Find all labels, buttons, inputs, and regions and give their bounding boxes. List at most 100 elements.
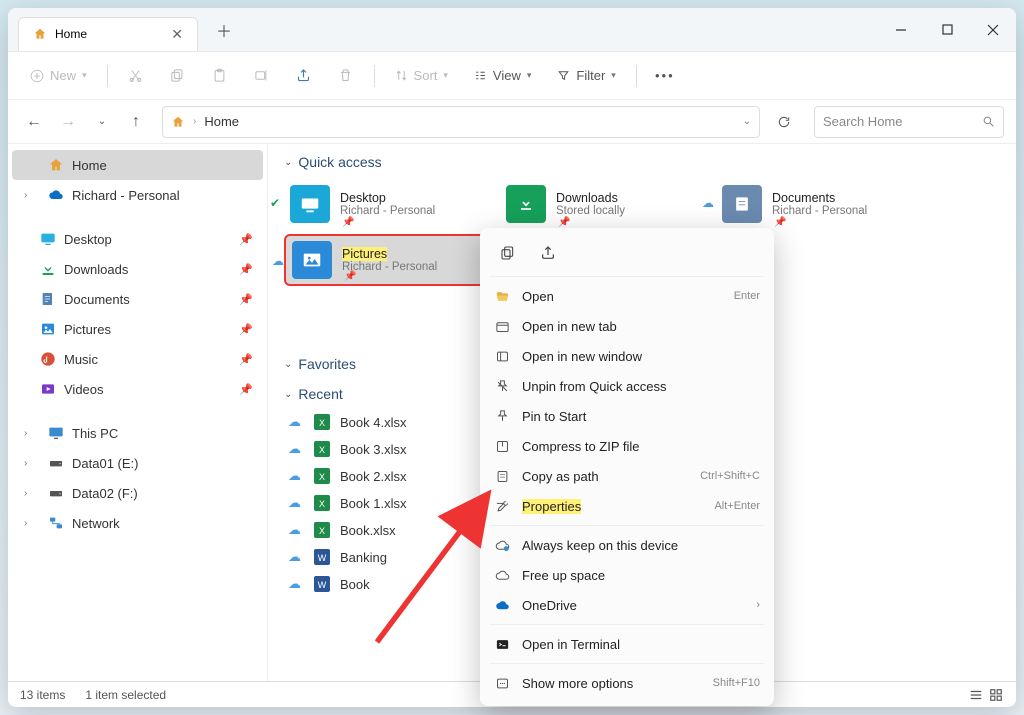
close-button[interactable] [970,8,1016,52]
chevron-right-icon[interactable]: › [24,458,27,469]
chevron-down-icon[interactable]: ⌄ [743,116,751,127]
window-controls [878,8,1016,52]
cloud-icon: ☁ [288,441,304,457]
section-header-quick-access[interactable]: ⌄ Quick access [284,154,1000,170]
view-button[interactable]: View▾ [464,60,541,92]
sidebar-item-desktop[interactable]: Desktop 📌 [12,224,263,254]
ctx-properties[interactable]: PropertiesAlt+Enter [480,491,774,521]
sidebar-item-downloads[interactable]: Downloads 📌 [12,254,263,284]
tab-close-icon[interactable]: ✕ [171,26,183,43]
filter-button[interactable]: Filter▾ [547,60,625,92]
ctx-terminal[interactable]: Open in Terminal [480,629,774,659]
status-selected-count: 1 item selected [85,688,166,702]
sidebar-item-pictures[interactable]: Pictures 📌 [12,314,263,344]
rename-button[interactable] [244,60,280,92]
delete-button[interactable] [328,60,364,92]
share-icon [296,68,311,83]
pin-icon: 📌 [344,271,356,282]
sidebar-item-personal[interactable]: › Richard - Personal [12,180,263,210]
svg-text:X: X [319,445,325,455]
search-input[interactable]: Search Home [814,106,1004,138]
cloud-icon: ☁ [702,196,714,210]
documents-icon [40,291,56,307]
svg-text:X: X [319,499,325,509]
sidebar-item-videos[interactable]: Videos 📌 [12,374,263,404]
paste-button[interactable] [202,60,238,92]
chevron-right-icon[interactable]: › [24,488,27,499]
sidebar-item-music[interactable]: Music 📌 [12,344,263,374]
excel-icon: X [314,468,330,484]
recent-locations-button[interactable]: ⌄ [88,108,116,136]
sync-icon: ✔ [270,196,280,210]
tab-icon [494,318,510,334]
minimize-button[interactable] [878,8,924,52]
quick-access-pictures[interactable]: ☁ Pictures Richard - Personal 📌 [284,234,490,286]
rename-icon [254,68,269,83]
ctx-share-button[interactable] [534,240,562,266]
cloud-icon: ☁ [288,522,304,538]
new-button[interactable]: New ▾ [20,60,97,92]
ctx-open-window[interactable]: Open in new window [480,341,774,371]
svg-text:X: X [319,418,325,428]
excel-icon: X [314,414,330,430]
ctx-free-up[interactable]: Free up space [480,560,774,590]
tiles-view-button[interactable] [988,688,1004,702]
word-icon: W [314,549,330,565]
cut-button[interactable] [118,60,154,92]
copy-button[interactable] [160,60,196,92]
ctx-unpin[interactable]: Unpin from Quick access [480,371,774,401]
share-button[interactable] [286,60,322,92]
back-button[interactable]: ← [20,108,48,136]
context-menu: OpenEnter Open in new tab Open in new wi… [480,228,774,706]
quick-access-desktop[interactable]: ✔ Desktop Richard - Personal 📌 [284,178,490,230]
forward-button[interactable]: → [54,108,82,136]
maximize-button[interactable] [924,8,970,52]
ctx-open[interactable]: OpenEnter [480,281,774,311]
ctx-pin-start[interactable]: Pin to Start [480,401,774,431]
details-view-button[interactable] [968,688,984,702]
svg-text:W: W [318,580,327,590]
new-tab-button[interactable]: ＋ [210,16,238,44]
refresh-button[interactable] [770,108,798,136]
ctx-show-more[interactable]: Show more optionsShift+F10 [480,668,774,698]
search-placeholder: Search Home [823,114,902,129]
up-button[interactable]: ↑ [122,108,150,136]
unpin-icon [494,378,510,394]
copy-icon [170,68,185,83]
ctx-onedrive[interactable]: OneDrive› [480,590,774,620]
chevron-right-icon: › [756,599,760,611]
address-bar[interactable]: › Home ⌄ [162,106,760,138]
sort-button[interactable]: Sort▾ [385,60,458,92]
cloud-icon: ☁ [288,549,304,565]
sidebar-item-network[interactable]: › Network [12,508,263,538]
sidebar-item-drive2[interactable]: › Data02 (F:) [12,478,263,508]
ctx-copy-path[interactable]: Copy as pathCtrl+Shift+C [480,461,774,491]
sidebar-item-drive1[interactable]: › Data01 (E:) [12,448,263,478]
view-icon [474,69,487,82]
pictures-icon [40,321,56,337]
ctx-open-tab[interactable]: Open in new tab [480,311,774,341]
quick-access-documents[interactable]: ☁ Documents Richard - Personal 📌 [716,178,922,230]
sidebar-item-home[interactable]: Home [12,150,263,180]
word-icon: W [314,576,330,592]
tab-home[interactable]: Home ✕ [18,17,198,51]
more-button[interactable]: ••• [647,60,683,92]
pin-icon: 📌 [239,353,253,366]
desktop-icon [40,231,56,247]
chevron-right-icon[interactable]: › [24,428,27,439]
quick-access-downloads[interactable]: Downloads Stored locally 📌 [500,178,706,230]
toolbar: New ▾ Sort▾ View▾ Filter▾ ••• [8,52,1016,100]
chevron-right-icon[interactable]: › [24,190,27,201]
ctx-always-keep[interactable]: Always keep on this device [480,530,774,560]
filter-icon [557,69,570,82]
chevron-right-icon: › [193,116,196,127]
cloud-icon: ☁ [288,576,304,592]
drive-icon [48,485,64,501]
chevron-right-icon[interactable]: › [24,518,27,529]
pin-icon: 📌 [774,217,786,228]
ctx-copy-button[interactable] [494,240,522,266]
ctx-compress[interactable]: Compress to ZIP file [480,431,774,461]
sidebar-item-documents[interactable]: Documents 📌 [12,284,263,314]
pictures-folder-icon [292,241,332,279]
sidebar-item-this-pc[interactable]: › This PC [12,418,263,448]
